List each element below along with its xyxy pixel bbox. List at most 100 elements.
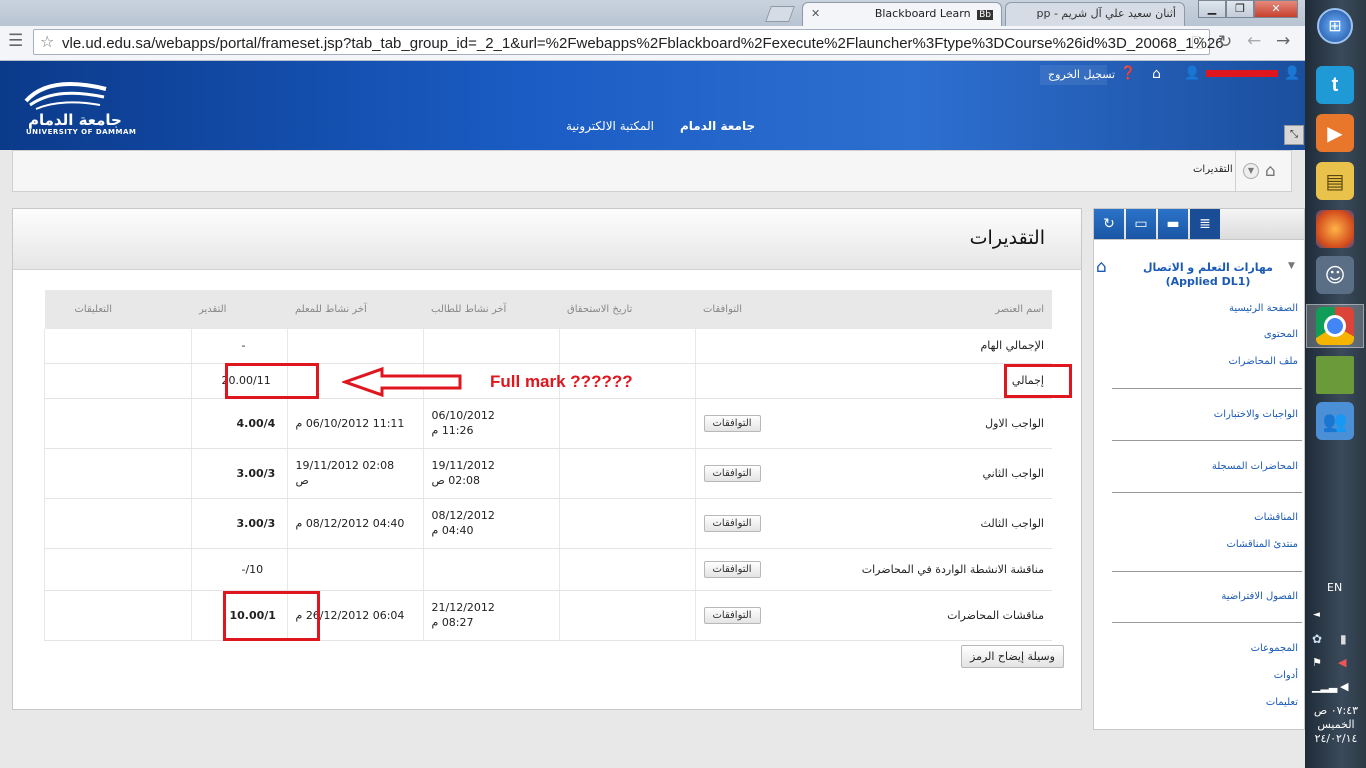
refresh-icon[interactable]: ↻ <box>1094 209 1124 239</box>
taskbar-clock[interactable]: ٠٧:٤٣ ص الخميس ٢٤/٠٢/١٤ <box>1310 704 1362 746</box>
collapse-header-icon[interactable]: ⤡ <box>1284 125 1304 145</box>
item-name: الواجب الاول <box>811 398 1052 449</box>
menu-recorded-lectures[interactable]: المحاضرات المسجلة <box>1212 461 1298 472</box>
firefox-icon[interactable] <box>1316 210 1354 248</box>
address-bar[interactable]: ☆ vle.ud.edu.sa/webapps/portal/frameset.… <box>33 29 1224 55</box>
grades-panel: التقديرات اسم العنصر التوافقات تاريخ الا… <box>12 208 1082 710</box>
window-close-icon[interactable]: ✕ <box>1254 0 1298 18</box>
alignments-button[interactable]: التوافقات <box>703 560 761 578</box>
page-header: التقديرات <box>13 209 1081 270</box>
alignments-button[interactable]: التوافقات <box>703 606 761 624</box>
blackboard-favicon: Bb <box>977 10 993 20</box>
item-name: الواجب الثاني <box>811 448 1052 499</box>
minecraft-icon[interactable] <box>1316 356 1354 394</box>
student-activity-time: 08:27 م <box>431 616 474 629</box>
new-tab-button[interactable] <box>765 6 795 22</box>
messenger-icon[interactable]: 👥 <box>1316 402 1354 440</box>
browser-tab-2[interactable]: أثنان سعيد علي آل شريم - pp <box>1005 2 1185 26</box>
col-comments: التعليقات <box>44 290 191 329</box>
course-title[interactable]: مهارات التعلم و الاتصال (Applied DL1) <box>1132 261 1284 289</box>
menu-discussions[interactable]: المناقشات <box>1254 512 1298 523</box>
tab-title: Blackboard Learn <box>874 7 971 20</box>
speaker-icon[interactable]: ◀ <box>1340 680 1348 693</box>
menu-help[interactable]: تعليمات <box>1266 697 1298 708</box>
file-explorer-icon[interactable]: ▤ <box>1316 162 1354 200</box>
col-grade[interactable]: التقدير <box>191 290 287 329</box>
network-status-icon[interactable]: ✿ <box>1312 632 1322 646</box>
url-text: vle.ud.edu.sa/webapps/portal/frameset.js… <box>62 35 1224 52</box>
menu-assignments[interactable]: الواجبات والاختبارات <box>1214 409 1298 420</box>
help-icon[interactable]: ❓ <box>1120 66 1136 81</box>
menu-content[interactable]: المحتوى <box>1264 329 1298 340</box>
menu-lectures-file[interactable]: ملف المحاضرات <box>1228 356 1298 367</box>
col-teacher-activity[interactable]: آخر نشاط للمعلم <box>287 290 423 329</box>
volume-muted-icon[interactable]: ◀ <box>1338 656 1346 669</box>
chevron-down-icon[interactable]: ▼ <box>1243 163 1259 179</box>
redacted-username <box>1206 70 1278 77</box>
back-icon[interactable]: ← <box>1247 31 1261 51</box>
col-alignments: التوافقات <box>695 290 811 329</box>
folder-icon[interactable]: ▬ <box>1158 209 1188 239</box>
col-student-activity[interactable]: آخر نشاط للطالب <box>423 290 559 329</box>
tango-icon[interactable]: t <box>1316 66 1354 104</box>
media-player-icon[interactable]: ▶ <box>1316 114 1354 152</box>
home-icon[interactable]: ⌂ <box>1265 161 1276 181</box>
alignments-button[interactable]: التوافقات <box>703 464 761 482</box>
chevron-down-icon[interactable]: ▼ <box>1288 261 1295 271</box>
menu-discussion-forum[interactable]: منتدئ المناقشات <box>1227 539 1298 550</box>
bookmark-star-icon[interactable]: ☆ <box>40 32 54 51</box>
annotation-box-total-label <box>1004 364 1072 398</box>
table-row: مناقشة الانشطة الواردة في المحاضرات التو… <box>44 548 1052 591</box>
clock-time: ٠٧:٤٣ ص <box>1313 704 1359 717</box>
grade-value: - <box>190 329 287 364</box>
breadcrumb: ⌂ ▼ التقديرات <box>12 150 1292 192</box>
course-home-icon[interactable]: ⌂ <box>1096 257 1107 277</box>
menu-groups[interactable]: المجموعات <box>1251 643 1298 654</box>
menu-virtual-classes[interactable]: الفصول الافتراضية <box>1221 591 1298 602</box>
breadcrumb-current: التقديرات <box>1193 164 1233 175</box>
alignments-button[interactable]: التوافقات <box>703 514 761 532</box>
user-icon[interactable]: 👤 <box>1184 66 1200 81</box>
start-button-icon[interactable]: ⊞ <box>1317 8 1353 44</box>
university-logo-icon <box>24 82 107 110</box>
maximize-icon[interactable]: ❐ <box>1226 0 1254 18</box>
item-name: مناقشة الانشطة الواردة في المحاضرات <box>811 548 1052 591</box>
browser-tab-strip: أثنان سعيد علي آل شريم - pp ✕ Blackboard… <box>0 0 1305 26</box>
nav-university[interactable]: جامعة الدمام <box>680 119 755 133</box>
list-icon[interactable]: ≣ <box>1190 209 1220 239</box>
clock-date: ٢٤/٠٢/١٤ <box>1314 732 1358 745</box>
chrome-icon[interactable] <box>1316 307 1354 345</box>
student-activity-date: 06/10/2012 <box>431 409 495 422</box>
teacher-activity: 04:40 08/12/2012 م <box>286 498 423 549</box>
battery-icon[interactable]: ▮ <box>1340 632 1347 646</box>
forward-icon[interactable]: → <box>1276 31 1290 51</box>
menu-icon[interactable]: ☰ <box>8 31 23 51</box>
app-icon[interactable]: ☺ <box>1316 256 1354 294</box>
browser-tab-active[interactable]: ✕ Blackboard Learn Bb <box>802 2 1002 26</box>
item-name: الإجمالي الهام <box>811 329 1052 364</box>
page-title: التقديرات <box>969 227 1045 249</box>
col-due-date[interactable]: تاريخ الاستحقاق <box>559 290 695 329</box>
logout-link[interactable]: تسجيل الخروج <box>1048 68 1115 81</box>
table-row: الواجب الثالث التوافقات 08/12/2012 04:40 … <box>44 498 1052 549</box>
teacher-activity: 11:11 06/10/2012 م <box>286 398 423 449</box>
menu-home[interactable]: الصفحة الرئيسية <box>1229 303 1298 314</box>
annotation-box-total <box>225 363 319 399</box>
logo-arabic-text: جامعة الدمام <box>28 111 122 129</box>
language-indicator[interactable]: EN <box>1327 581 1342 594</box>
nav-e-library[interactable]: المكتبة الالكترونية <box>566 119 654 133</box>
minimize-icon[interactable]: ▁ <box>1198 0 1226 18</box>
menu-tools[interactable]: أدوات <box>1274 670 1298 681</box>
close-tab-icon[interactable]: ✕ <box>811 7 820 20</box>
alignments-button[interactable]: التوافقات <box>703 414 761 432</box>
table-row: الواجب الاول التوافقات 06/10/2012 11:26 م… <box>44 398 1052 449</box>
signal-icon[interactable]: ▁▂▃ <box>1312 680 1337 693</box>
show-hidden-icons-icon[interactable]: ◄ <box>1313 610 1320 620</box>
icon-legend-button[interactable]: وسيلة إيضاح الرمز <box>961 645 1064 668</box>
action-center-flag-icon[interactable]: ⚑ <box>1312 656 1322 669</box>
col-item-name[interactable]: اسم العنصر <box>811 290 1052 329</box>
reload-icon[interactable]: ↻ <box>1218 32 1232 52</box>
home-icon[interactable]: ⌂ <box>1152 66 1161 82</box>
course-menu: ↻ ▭ ▬ ≣ ▼ مهارات التعلم و الاتصال (Appli… <box>1093 208 1305 730</box>
window-icon[interactable]: ▭ <box>1126 209 1156 239</box>
